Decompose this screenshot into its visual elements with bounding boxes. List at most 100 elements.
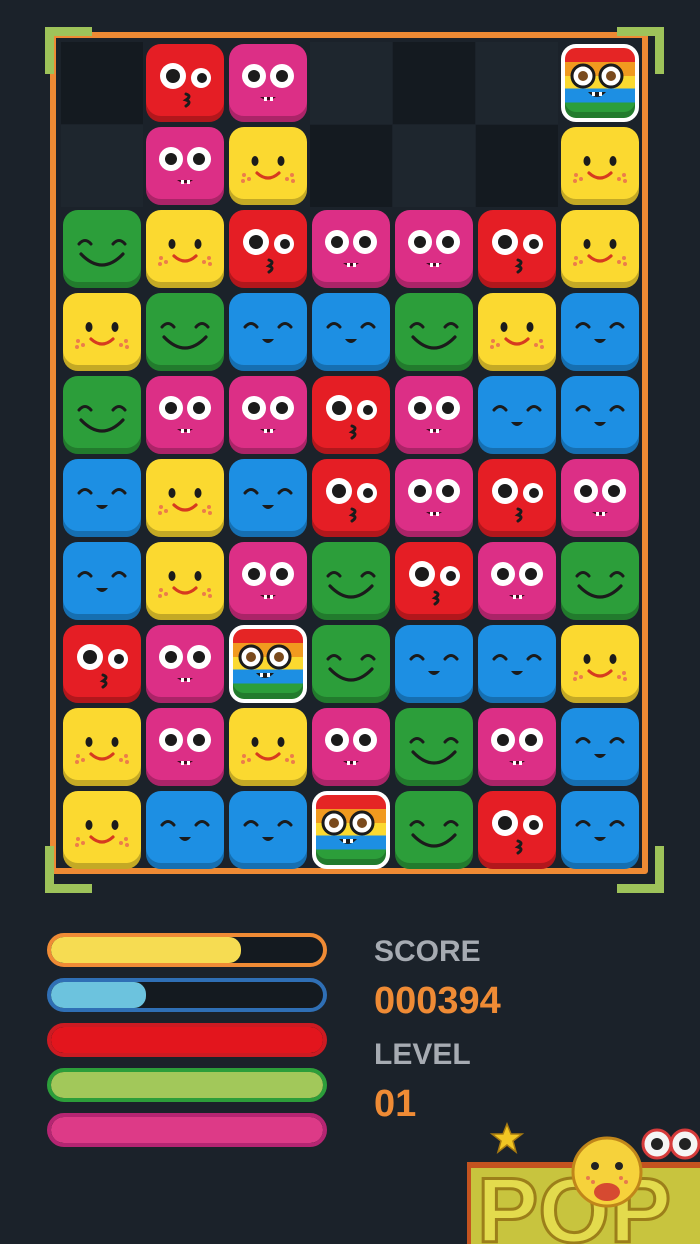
board-cell[interactable]	[144, 457, 226, 539]
board-cell[interactable]	[393, 540, 475, 622]
board-cell[interactable]	[476, 540, 558, 622]
board-cell[interactable]	[144, 291, 226, 373]
board-cell[interactable]	[61, 208, 143, 290]
red-block[interactable]	[395, 542, 473, 620]
board-cell[interactable]	[144, 623, 226, 705]
blue-block[interactable]	[229, 459, 307, 537]
board-cell[interactable]	[310, 623, 392, 705]
pink-block[interactable]	[229, 44, 307, 122]
green-block[interactable]	[312, 542, 390, 620]
board-cell[interactable]	[227, 208, 309, 290]
yellow-block[interactable]	[561, 625, 639, 703]
red-block[interactable]	[478, 791, 556, 869]
blue-block[interactable]	[229, 293, 307, 371]
pink-block[interactable]	[229, 542, 307, 620]
board-cell[interactable]	[310, 789, 392, 871]
yellow-block[interactable]	[146, 542, 224, 620]
board-cell[interactable]	[559, 291, 641, 373]
board-cell[interactable]	[559, 789, 641, 871]
board-cell[interactable]	[310, 208, 392, 290]
blue-block[interactable]	[478, 625, 556, 703]
board-cell[interactable]	[476, 789, 558, 871]
blue-block[interactable]	[229, 791, 307, 869]
blue-block[interactable]	[561, 708, 639, 786]
blue-block[interactable]	[561, 293, 639, 371]
pink-block[interactable]	[146, 625, 224, 703]
board-cell[interactable]	[476, 457, 558, 539]
blue-block[interactable]	[63, 542, 141, 620]
board-cell[interactable]	[144, 208, 226, 290]
board-cell[interactable]	[227, 374, 309, 456]
green-block[interactable]	[395, 708, 473, 786]
blue-block[interactable]	[63, 459, 141, 537]
board-cell[interactable]	[393, 125, 475, 207]
red-block[interactable]	[63, 625, 141, 703]
pink-block[interactable]	[312, 210, 390, 288]
board-cell[interactable]	[559, 374, 641, 456]
red-block[interactable]	[229, 210, 307, 288]
board-cell[interactable]	[476, 706, 558, 788]
board-cell[interactable]	[227, 706, 309, 788]
board-cell[interactable]	[559, 706, 641, 788]
blue-block[interactable]	[312, 293, 390, 371]
board-cell[interactable]	[476, 208, 558, 290]
green-block[interactable]	[63, 210, 141, 288]
yellow-block[interactable]	[561, 210, 639, 288]
green-block[interactable]	[561, 542, 639, 620]
red-block[interactable]	[312, 459, 390, 537]
pink-block[interactable]	[146, 376, 224, 454]
yellow-block[interactable]	[63, 791, 141, 869]
board-cell[interactable]	[559, 540, 641, 622]
board-cell[interactable]	[227, 540, 309, 622]
board-cell[interactable]	[559, 208, 641, 290]
board-cell[interactable]	[61, 706, 143, 788]
board-cell[interactable]	[61, 457, 143, 539]
green-block[interactable]	[395, 791, 473, 869]
green-block[interactable]	[395, 293, 473, 371]
board-cell[interactable]	[227, 623, 309, 705]
board-cell[interactable]	[227, 291, 309, 373]
board-cell[interactable]	[310, 457, 392, 539]
pink-block[interactable]	[146, 708, 224, 786]
board-cell[interactable]	[227, 42, 309, 124]
board-cell[interactable]	[61, 374, 143, 456]
board-cell[interactable]	[393, 789, 475, 871]
yellow-block[interactable]	[229, 127, 307, 205]
board-cell[interactable]	[559, 623, 641, 705]
yellow-block[interactable]	[63, 293, 141, 371]
rainbow-block[interactable]	[229, 625, 307, 703]
pink-block[interactable]	[478, 708, 556, 786]
board-cell[interactable]	[310, 706, 392, 788]
board-cell[interactable]	[61, 291, 143, 373]
rainbow-block[interactable]	[312, 791, 390, 869]
board-cell[interactable]	[393, 208, 475, 290]
board-cell[interactable]	[144, 42, 226, 124]
yellow-block[interactable]	[63, 708, 141, 786]
board-cell[interactable]	[144, 706, 226, 788]
board-cell[interactable]	[393, 291, 475, 373]
board-cell[interactable]	[61, 125, 143, 207]
pink-block[interactable]	[229, 376, 307, 454]
board-cell[interactable]	[227, 457, 309, 539]
board-cell[interactable]	[476, 623, 558, 705]
board-cell[interactable]	[310, 540, 392, 622]
board-cell[interactable]	[559, 42, 641, 124]
board-cell[interactable]	[144, 125, 226, 207]
red-block[interactable]	[478, 459, 556, 537]
pink-block[interactable]	[561, 459, 639, 537]
yellow-block[interactable]	[229, 708, 307, 786]
board-cell[interactable]	[227, 125, 309, 207]
yellow-block[interactable]	[146, 210, 224, 288]
pink-block[interactable]	[395, 210, 473, 288]
board-cell[interactable]	[476, 291, 558, 373]
blue-block[interactable]	[395, 625, 473, 703]
board-cell[interactable]	[310, 125, 392, 207]
yellow-block[interactable]	[146, 459, 224, 537]
board-cell[interactable]	[61, 789, 143, 871]
board-cell[interactable]	[559, 457, 641, 539]
blue-block[interactable]	[146, 791, 224, 869]
board-cell[interactable]	[61, 623, 143, 705]
board-cell[interactable]	[61, 540, 143, 622]
board-cell[interactable]	[227, 789, 309, 871]
board-cell[interactable]	[393, 706, 475, 788]
